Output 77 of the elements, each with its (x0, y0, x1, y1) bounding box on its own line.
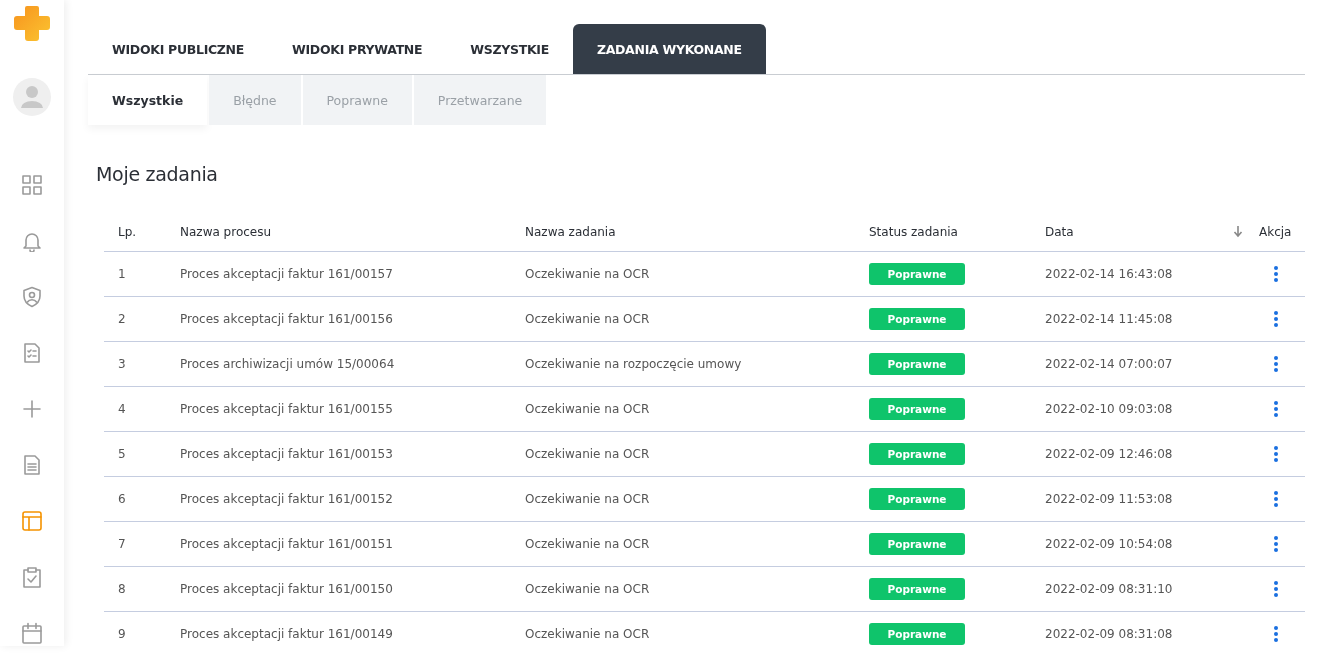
status-badge: Poprawne (869, 578, 965, 600)
view-tab[interactable]: ZADANIA WYKONANE (572, 24, 766, 74)
column-header: Status zadania (869, 225, 958, 239)
process-name: Proces akceptacji faktur 161/00150 (180, 582, 393, 596)
status-badge: Poprawne (869, 623, 965, 645)
shield-user-icon[interactable] (21, 286, 43, 308)
date-text: 2022-02-14 16:43:08 (1045, 267, 1173, 281)
status-badge: Poprawne (869, 443, 965, 465)
checklist-icon[interactable] (21, 342, 43, 364)
column-header: Nazwa procesu (180, 225, 272, 239)
view-tab[interactable]: WSZYSTKIE (446, 24, 573, 74)
row-number: 6 (118, 492, 126, 506)
process-name: Proces akceptacji faktur 161/00151 (180, 537, 393, 551)
task-name: Oczekiwanie na OCR (525, 312, 650, 326)
task-name: Oczekiwanie na OCR (525, 267, 650, 281)
row-number: 5 (118, 447, 126, 461)
row-number: 4 (118, 402, 126, 416)
process-name: Proces akceptacji faktur 161/00157 (180, 267, 393, 281)
task-name: Oczekiwanie na OCR (525, 582, 650, 596)
filter-tab[interactable]: Wszystkie (88, 75, 208, 125)
layout-icon[interactable] (21, 510, 43, 532)
calendar-icon[interactable] (21, 622, 43, 644)
document-icon[interactable] (21, 454, 43, 476)
status-badge: Poprawne (869, 353, 965, 375)
more-options-icon[interactable] (1273, 535, 1279, 553)
task-name: Oczekiwanie na OCR (525, 537, 650, 551)
date-text: 2022-02-14 11:45:08 (1045, 312, 1173, 326)
more-options-icon[interactable] (1273, 400, 1279, 418)
more-options-icon[interactable] (1273, 490, 1279, 508)
column-header[interactable]: Data (1045, 225, 1074, 239)
row-number: 2 (118, 312, 126, 326)
status-badge: Poprawne (869, 263, 965, 285)
sort-arrow-icon[interactable] (1233, 226, 1243, 238)
process-name: Proces akceptacji faktur 161/00156 (180, 312, 393, 326)
row-number: 8 (118, 582, 126, 596)
process-name: Proces archiwizacji umów 15/00064 (180, 357, 395, 371)
plus-logo-icon (13, 4, 51, 42)
more-options-icon[interactable] (1273, 580, 1279, 598)
status-badge: Poprawne (869, 398, 965, 420)
date-text: 2022-02-10 09:03:08 (1045, 402, 1173, 416)
process-name: Proces akceptacji faktur 161/00155 (180, 402, 393, 416)
plus-icon[interactable] (21, 398, 43, 420)
more-options-icon[interactable] (1273, 265, 1279, 283)
row-number: 1 (118, 267, 126, 281)
bell-icon[interactable] (21, 230, 43, 252)
task-name: Oczekiwanie na OCR (525, 402, 650, 416)
grid-icon[interactable] (21, 174, 43, 196)
more-options-icon[interactable] (1273, 355, 1279, 373)
status-badge: Poprawne (869, 488, 965, 510)
more-options-icon[interactable] (1273, 625, 1279, 643)
process-name: Proces akceptacji faktur 161/00153 (180, 447, 393, 461)
date-text: 2022-02-14 07:00:07 (1045, 357, 1173, 371)
status-badge: Poprawne (869, 308, 965, 330)
date-text: 2022-02-09 11:53:08 (1045, 492, 1173, 506)
date-text: 2022-02-09 08:31:10 (1045, 582, 1173, 596)
section-title: Moje zadania (96, 163, 219, 185)
date-text: 2022-02-09 10:54:08 (1045, 537, 1173, 551)
row-number: 3 (118, 357, 126, 371)
date-text: 2022-02-09 08:31:08 (1045, 627, 1173, 641)
date-text: 2022-02-09 12:46:08 (1045, 447, 1173, 461)
process-name: Proces akceptacji faktur 161/00149 (180, 627, 393, 641)
task-name: Oczekiwanie na OCR (525, 447, 650, 461)
column-header: Nazwa zadania (525, 225, 616, 239)
view-tab[interactable]: WIDOKI PUBLICZNE (88, 24, 269, 74)
column-header: Akcja (1259, 225, 1292, 239)
status-badge: Poprawne (869, 533, 965, 555)
more-options-icon[interactable] (1273, 445, 1279, 463)
row-number: 9 (118, 627, 126, 641)
column-header: Lp. (118, 225, 137, 239)
view-tab[interactable]: WIDOKI PRYWATNE (268, 24, 447, 74)
row-number: 7 (118, 537, 126, 551)
clipboard-check-icon[interactable] (21, 566, 43, 588)
more-options-icon[interactable] (1273, 310, 1279, 328)
task-name: Oczekiwanie na OCR (525, 627, 650, 641)
task-name: Oczekiwanie na rozpoczęcie umowy (525, 357, 742, 371)
process-name: Proces akceptacji faktur 161/00152 (180, 492, 393, 506)
task-name: Oczekiwanie na OCR (525, 492, 650, 506)
